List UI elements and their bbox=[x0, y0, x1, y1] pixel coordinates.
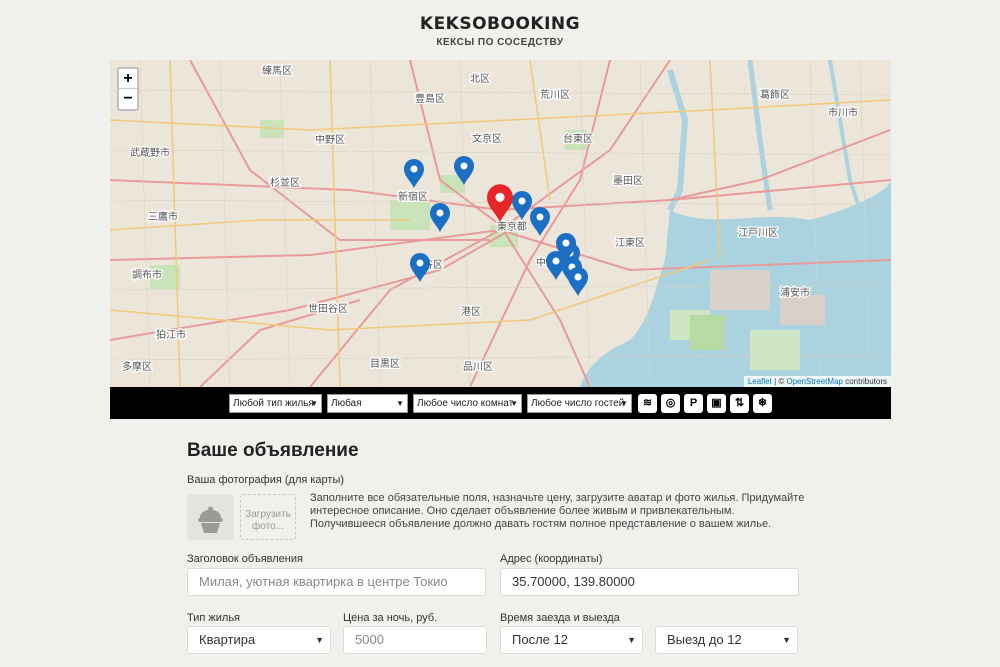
rooms-filter-value: Любое число комнат bbox=[417, 398, 514, 409]
chevron-down-icon: ▼ bbox=[315, 635, 324, 645]
type-select[interactable]: Квартира ▼ bbox=[187, 626, 331, 654]
type-select-value: Квартира bbox=[199, 632, 256, 647]
form-description: Заполните все обязательные поля, назначь… bbox=[310, 492, 805, 530]
time-label: Время заезда и выезда bbox=[500, 612, 620, 624]
housing-type-filter-value: Любой тип жилья bbox=[233, 398, 314, 409]
zoom-in-button[interactable]: + bbox=[119, 69, 137, 89]
logo-title: KEKSOBOOKING bbox=[419, 14, 581, 34]
chevron-down-icon: ▼ bbox=[620, 399, 628, 408]
dishwasher-icon[interactable]: ◎ bbox=[661, 394, 680, 413]
avatar-upload-button[interactable]: Загрузить фото... bbox=[240, 494, 296, 540]
conditioner-icon[interactable]: ❄ bbox=[753, 394, 772, 413]
photo-label: Ваша фотография (для карты) bbox=[187, 474, 345, 486]
checkin-select-value: После 12 bbox=[512, 632, 568, 647]
price-input[interactable]: 5000 bbox=[343, 626, 487, 654]
map-pins bbox=[404, 156, 588, 296]
price-filter-value: Любая bbox=[331, 398, 362, 409]
rooms-filter[interactable]: Любое число комнат ▼ bbox=[413, 394, 522, 413]
attribution-separator: | © bbox=[771, 377, 787, 386]
map-filters: Любой тип жилья ▼ Любая ▼ Любое число комн… bbox=[110, 387, 891, 419]
chevron-down-icon: ▼ bbox=[510, 399, 518, 408]
guests-filter-value: Любое число гостей bbox=[531, 398, 625, 409]
muffin-icon bbox=[198, 506, 223, 533]
form-title: Ваше объявление bbox=[187, 440, 359, 461]
zoom-out-button[interactable]: − bbox=[119, 89, 137, 109]
map-pin-icon[interactable] bbox=[568, 267, 588, 296]
site-header: KEKSOBOOKING КЕКСЫ ПО СОСЕДСТВУ bbox=[0, 14, 1000, 48]
title-input[interactable]: Милая, уютная квартирка в центре Токио bbox=[187, 568, 486, 596]
elevator-icon[interactable]: ⇅ bbox=[730, 394, 749, 413]
map-pin-icon[interactable] bbox=[512, 191, 532, 220]
osm-link[interactable]: OpenStreetMap bbox=[786, 377, 842, 386]
map-pin-icon[interactable] bbox=[430, 203, 450, 232]
leaflet-link[interactable]: Leaflet bbox=[748, 377, 772, 386]
housing-type-filter[interactable]: Любой тип жилья ▼ bbox=[229, 394, 322, 413]
chevron-down-icon: ▼ bbox=[396, 399, 404, 408]
checkin-select[interactable]: После 12 ▼ bbox=[500, 626, 643, 654]
chevron-down-icon: ▼ bbox=[627, 635, 636, 645]
map-pin-icon[interactable] bbox=[410, 253, 430, 282]
type-label: Тип жилья bbox=[187, 612, 241, 624]
address-label: Адрес (координаты) bbox=[500, 553, 603, 565]
address-input[interactable]: 35.70000, 139.80000 bbox=[500, 568, 799, 596]
logo-subtitle: КЕКСЫ ПО СОСЕДСТВУ bbox=[436, 37, 564, 48]
price-label: Цена за ночь, руб. bbox=[343, 612, 438, 624]
chevron-down-icon: ▼ bbox=[310, 399, 318, 408]
map-pin-icon[interactable] bbox=[530, 207, 550, 236]
map-attribution: Leaflet | © OpenStreetMap contributors bbox=[743, 376, 891, 387]
chevron-down-icon: ▼ bbox=[782, 635, 791, 645]
parking-icon[interactable]: P bbox=[684, 394, 703, 413]
wifi-icon[interactable]: ≋ bbox=[638, 394, 657, 413]
attribution-suffix: contributors bbox=[842, 377, 887, 386]
main-pin-icon[interactable] bbox=[487, 184, 513, 222]
map-pin-icon[interactable] bbox=[404, 159, 424, 188]
zoom-control: + − bbox=[117, 67, 139, 111]
map-pin-icon[interactable] bbox=[454, 156, 474, 185]
title-label: Заголовок объявления bbox=[187, 553, 303, 565]
guests-filter[interactable]: Любое число гостей ▼ bbox=[527, 394, 632, 413]
price-filter[interactable]: Любая ▼ bbox=[327, 394, 408, 413]
washer-icon[interactable]: ▣ bbox=[707, 394, 726, 413]
avatar-preview bbox=[187, 494, 234, 540]
checkout-select[interactable]: Выезд до 12 ▼ bbox=[655, 626, 798, 654]
map[interactable]: + − 練馬区 豊島区 荒川区 葛飾区 北区 中野区 文京区 台東区 市川市 武蔵野市 新宿区 墨田区… bbox=[110, 60, 891, 387]
checkout-select-value: Выезд до 12 bbox=[667, 632, 742, 647]
